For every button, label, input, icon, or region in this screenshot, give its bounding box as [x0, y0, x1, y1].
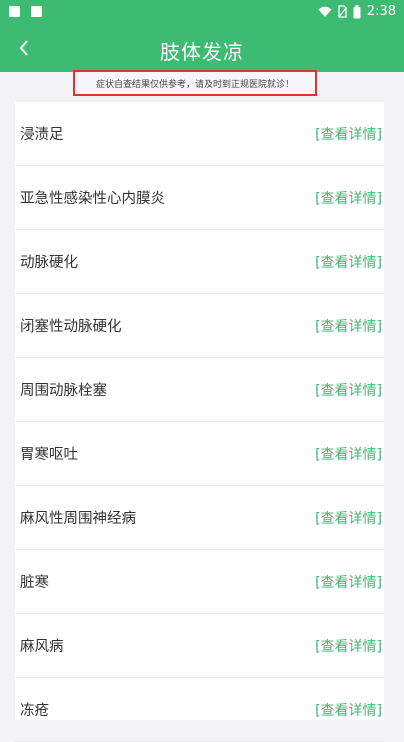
page-title: 肢体发凉 [160, 40, 244, 64]
list-item[interactable]: 胃寒呕吐 [查看详情] [15, 422, 384, 486]
view-details-link[interactable]: [查看详情] [315, 444, 382, 464]
disclaimer-notice: 症状自查结果仅供参考，请及时到正规医院就诊！ [73, 70, 317, 96]
notification-icon [31, 6, 42, 17]
disease-name: 动脉硬化 [20, 255, 78, 271]
disease-name: 冻疮 [20, 703, 49, 719]
view-details-link[interactable]: [查看详情] [315, 380, 382, 400]
view-details-link[interactable]: [查看详情] [315, 636, 382, 656]
disease-name: 闭塞性动脉硬化 [20, 319, 122, 335]
disease-name: 麻风性周围神经病 [20, 511, 136, 527]
view-details-link[interactable]: [查看详情] [315, 188, 382, 208]
list-item[interactable]: 浸渍足 [查看详情] [15, 102, 384, 166]
view-details-link[interactable]: [查看详情] [315, 316, 382, 336]
view-details-link[interactable]: [查看详情] [315, 508, 382, 528]
list-item[interactable]: 冻疮 [查看详情] [15, 678, 384, 742]
status-bar: 2:38 [0, 0, 404, 26]
list-item[interactable]: 闭塞性动脉硬化 [查看详情] [15, 294, 384, 358]
disease-name: 麻风病 [20, 639, 64, 655]
disease-list: 浸渍足 [查看详情] 亚急性感染性心内膜炎 [查看详情] 动脉硬化 [查看详情] 闭塞性动脉… [15, 102, 384, 742]
notification-icon [9, 6, 20, 17]
view-details-link[interactable]: [查看详情] [315, 252, 382, 272]
battery-icon [353, 4, 361, 18]
list-item[interactable]: 动脉硬化 [查看详情] [15, 230, 384, 294]
list-item[interactable]: 麻风病 [查看详情] [15, 614, 384, 678]
view-details-link[interactable]: [查看详情] [315, 572, 382, 592]
disease-name: 周围动脉栓塞 [20, 383, 107, 399]
view-details-link[interactable]: [查看详情] [315, 700, 382, 720]
list-item[interactable]: 周围动脉栓塞 [查看详情] [15, 358, 384, 422]
view-details-link[interactable]: [查看详情] [315, 124, 382, 144]
status-time: 2:38 [366, 4, 396, 19]
disease-name: 亚急性感染性心内膜炎 [20, 191, 165, 207]
list-item[interactable]: 脏寒 [查看详情] [15, 550, 384, 614]
app-header: 肢体发凉 [0, 26, 404, 72]
disease-name: 胃寒呕吐 [20, 447, 78, 463]
list-item[interactable]: 亚急性感染性心内膜炎 [查看详情] [15, 166, 384, 230]
wifi-icon [318, 6, 332, 17]
disease-name: 浸渍足 [20, 127, 64, 143]
disease-name: 脏寒 [20, 575, 49, 591]
list-item[interactable]: 麻风性周围神经病 [查看详情] [15, 486, 384, 550]
no-sim-icon [338, 5, 347, 18]
